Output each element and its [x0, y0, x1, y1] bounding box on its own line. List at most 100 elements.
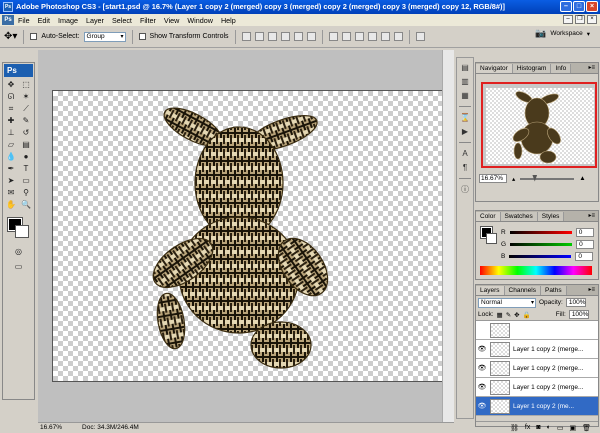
new-group-icon[interactable]: ▭ — [557, 424, 564, 432]
history-icon[interactable]: ⌛ — [459, 112, 471, 123]
menu-edit[interactable]: Edit — [38, 16, 50, 25]
blue-value[interactable]: 0 — [575, 251, 594, 261]
layer-row[interactable]: 👁 Layer 1 copy 2 (merge... — [476, 378, 598, 397]
align-center-button[interactable] — [293, 32, 303, 41]
auto-align-button[interactable] — [415, 32, 425, 41]
tab-color[interactable]: Color — [476, 212, 501, 221]
doc-minimize-button[interactable]: – — [563, 15, 573, 24]
menu-window[interactable]: Window — [187, 16, 213, 25]
magic-wand-tool-icon[interactable]: ✶ — [19, 91, 33, 102]
distribute-center-button[interactable] — [380, 32, 390, 41]
menu-image[interactable]: Image — [58, 16, 78, 25]
tab-channels[interactable]: Channels — [504, 286, 541, 295]
delete-layer-icon[interactable]: 🗑 — [582, 424, 591, 432]
green-value[interactable]: 0 — [576, 239, 595, 249]
distribute-bottom-button[interactable] — [354, 32, 364, 41]
panel-menu-icon[interactable]: ▸≡ — [588, 286, 595, 293]
eyedropper-tool-icon[interactable]: ⚲ — [19, 187, 33, 198]
crop-tool-icon[interactable]: ⌗ — [4, 103, 18, 114]
info-icon[interactable]: ⓘ — [459, 184, 471, 195]
healing-brush-icon[interactable]: ✚ — [4, 115, 18, 126]
paragraph-icon[interactable]: ¶ — [459, 162, 471, 173]
blur-tool-icon[interactable]: 💧 — [4, 151, 18, 162]
eye-icon[interactable]: 👁 — [476, 383, 488, 391]
zoom-tool-icon[interactable]: 🔍 — [19, 199, 33, 210]
workspace-switcher[interactable]: 📷 Workspace ▾ — [535, 28, 590, 39]
actions-icon[interactable]: ▶ — [459, 126, 471, 137]
background-color-swatch[interactable] — [486, 233, 497, 244]
align-right-button[interactable] — [306, 32, 316, 41]
add-mask-icon[interactable]: ◙ — [536, 424, 540, 431]
history-brush-icon[interactable]: ↺ — [19, 127, 33, 138]
tab-info[interactable]: Info — [551, 64, 572, 73]
zoom-in-icon[interactable]: ▲ — [579, 175, 585, 182]
quick-mask-icon[interactable]: ◎ — [12, 246, 26, 257]
path-selection-icon[interactable]: ➤ — [4, 175, 18, 186]
brushes-icon[interactable]: ▥ — [459, 76, 471, 87]
dodge-tool-icon[interactable]: ● — [19, 151, 33, 162]
menu-view[interactable]: View — [164, 16, 179, 25]
auto-select-dropdown[interactable]: Group ▾ — [83, 31, 126, 42]
lasso-tool-icon[interactable]: ᘏ — [4, 91, 18, 102]
screen-mode-icon[interactable]: ▭ — [12, 261, 26, 272]
doc-info[interactable]: Doc: 34.3M/246.4M — [82, 423, 139, 432]
distribute-top-button[interactable] — [328, 32, 338, 41]
eye-icon[interactable]: 👁 — [476, 402, 488, 410]
align-middle-button[interactable] — [254, 32, 264, 41]
distribute-right-button[interactable] — [393, 32, 403, 41]
brush-tool-icon[interactable]: ✎ — [19, 115, 33, 126]
move-tool-icon[interactable]: ✥▾ — [4, 31, 17, 42]
zoom-level[interactable]: 16.67% — [40, 423, 62, 432]
distribute-left-button[interactable] — [367, 32, 377, 41]
eye-icon[interactable]: 👁 — [476, 364, 488, 372]
distribute-middle-button[interactable] — [341, 32, 351, 41]
document-vertical-scrollbar[interactable] — [442, 50, 454, 422]
align-left-button[interactable] — [280, 32, 290, 41]
lock-image-icon[interactable]: ✎ — [506, 311, 511, 319]
new-layer-icon[interactable]: ▣ — [569, 424, 576, 432]
hand-tool-icon[interactable]: ✋ — [4, 199, 18, 210]
tab-histogram[interactable]: Histogram — [512, 64, 552, 73]
auto-select-checkbox[interactable] — [30, 33, 38, 40]
menu-filter[interactable]: Filter — [140, 16, 156, 25]
close-button[interactable]: × — [586, 1, 598, 12]
layer-row[interactable]: 👁 Layer 1 copy 2 (merge... — [476, 340, 598, 359]
layer-row[interactable] — [476, 321, 598, 340]
tab-styles[interactable]: Styles — [537, 212, 565, 221]
panel-menu-icon[interactable]: ▸≡ — [588, 212, 595, 219]
notes-tool-icon[interactable]: ✉ — [4, 187, 18, 198]
color-spectrum-bar[interactable] — [480, 266, 592, 275]
lock-transparency-icon[interactable]: ▦ — [497, 311, 503, 319]
tab-layers[interactable]: Layers — [476, 286, 505, 295]
opacity-field[interactable]: 100% — [565, 298, 586, 307]
navigator-zoom-field[interactable]: 16.67% — [479, 174, 507, 183]
link-layers-icon[interactable]: ⛓ — [510, 424, 519, 432]
lock-position-icon[interactable]: ✥ — [514, 311, 519, 319]
shape-tool-icon[interactable]: ▭ — [19, 175, 33, 186]
zoom-out-icon[interactable]: ▴ — [512, 175, 515, 183]
layer-row-selected[interactable]: 👁 Layer 1 copy 2 (me... — [476, 397, 598, 416]
lock-all-icon[interactable]: 🔒 — [523, 311, 531, 319]
image-canvas[interactable] — [52, 90, 443, 382]
background-color-swatch[interactable] — [15, 225, 29, 238]
clone-source-icon[interactable]: ▦ — [459, 90, 471, 101]
gradient-tool-icon[interactable]: ▤ — [19, 139, 33, 150]
layer-row[interactable]: 👁 Layer 1 copy 2 (merge... — [476, 359, 598, 378]
type-tool-icon[interactable]: T — [19, 163, 33, 174]
navigator-zoom-slider[interactable] — [520, 177, 575, 180]
menu-select[interactable]: Select — [112, 16, 132, 25]
align-top-button[interactable] — [241, 32, 251, 41]
clone-stamp-icon[interactable]: ⊥ — [4, 127, 18, 138]
panel-menu-icon[interactable]: ▸≡ — [588, 64, 595, 71]
adjustment-layer-icon[interactable]: ◐ — [547, 424, 551, 431]
tab-navigator[interactable]: Navigator — [476, 64, 513, 73]
show-transform-checkbox[interactable] — [138, 33, 146, 40]
fill-field[interactable]: 100% — [568, 310, 589, 319]
slice-tool-icon[interactable]: ⟋ — [19, 103, 33, 114]
marquee-tool-icon[interactable]: ⬚ — [19, 79, 33, 90]
red-value[interactable]: 0 — [575, 227, 594, 237]
tool-presets-icon[interactable]: ▤ — [459, 62, 471, 73]
menu-file[interactable]: File — [18, 16, 30, 25]
document-icon[interactable]: Ps — [2, 15, 14, 25]
eraser-tool-icon[interactable]: ▱ — [4, 139, 18, 150]
